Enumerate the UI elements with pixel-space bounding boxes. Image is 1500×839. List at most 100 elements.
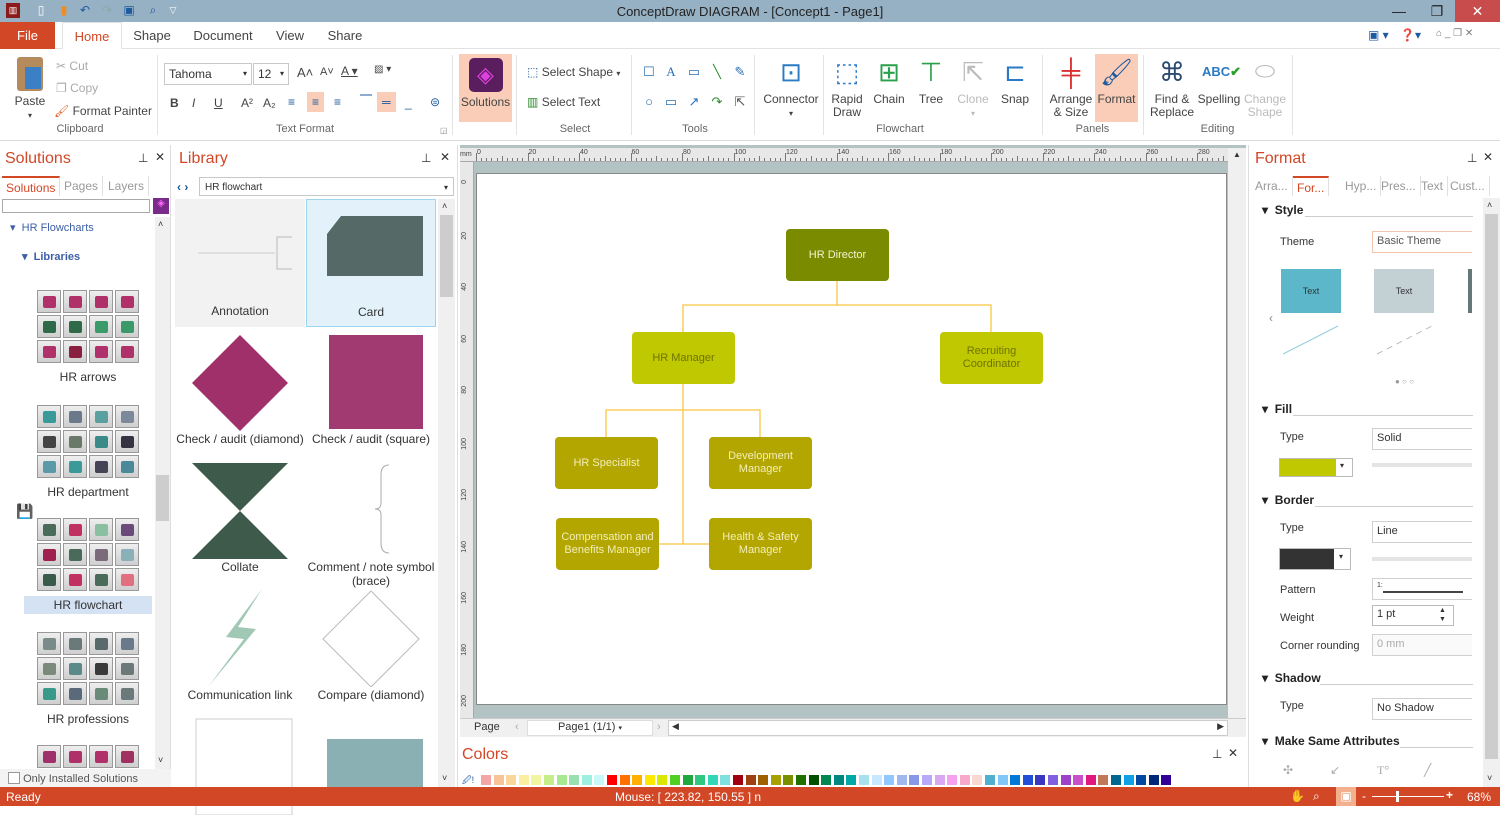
style-section-header[interactable]: ▾ Style: [1262, 203, 1303, 217]
color-swatch[interactable]: [492, 774, 505, 786]
fill-color-picker[interactable]: ▾: [1279, 458, 1353, 477]
color-swatch[interactable]: [996, 774, 1009, 786]
same-size-icon[interactable]: ✣: [1283, 763, 1293, 777]
color-swatch[interactable]: [1009, 774, 1022, 786]
format-tab[interactable]: For...: [1293, 176, 1330, 196]
org-node-manager[interactable]: HR Manager: [632, 332, 735, 384]
format-tab[interactable]: Hyp...: [1341, 176, 1382, 196]
shadow-type-select[interactable]: No Shadow: [1372, 698, 1472, 720]
pattern-select[interactable]: 1:: [1372, 578, 1472, 600]
weight-stepper[interactable]: 1 pt ▲ ▼: [1372, 605, 1454, 626]
color-swatch[interactable]: [643, 774, 656, 786]
format-scrollbar[interactable]: ˄ ˅: [1483, 198, 1500, 787]
connector-line[interactable]: [605, 409, 683, 437]
color-swatch[interactable]: [946, 774, 959, 786]
theme-select[interactable]: Basic Theme: [1372, 231, 1472, 253]
theme-page-dots[interactable]: ● ○ ○: [1395, 377, 1414, 386]
zoom-slider[interactable]: [1372, 791, 1444, 802]
color-swatch[interactable]: [958, 774, 971, 786]
fill-type-select[interactable]: Solid: [1372, 428, 1472, 450]
theme-preview-3[interactable]: [1468, 269, 1472, 313]
theme-preview-2[interactable]: Text: [1374, 269, 1434, 313]
color-swatch[interactable]: [1072, 774, 1085, 786]
color-swatch[interactable]: [631, 774, 644, 786]
connector-line[interactable]: [683, 409, 761, 437]
scroll-left-icon[interactable]: ◀: [672, 721, 679, 732]
page-select[interactable]: Page1 (1/1) ▾: [527, 720, 653, 736]
color-swatch[interactable]: [1059, 774, 1072, 786]
color-swatch[interactable]: [820, 774, 833, 786]
color-swatch[interactable]: [1135, 774, 1148, 786]
color-swatch[interactable]: [480, 774, 492, 786]
fill-transparency-slider[interactable]: [1372, 463, 1472, 467]
color-swatch[interactable]: [795, 774, 807, 786]
color-swatch[interactable]: [656, 774, 669, 786]
color-swatch[interactable]: [694, 774, 707, 786]
same-connector-icon[interactable]: ↙: [1330, 763, 1340, 777]
zoom-slider-thumb[interactable]: [1396, 791, 1400, 802]
pin-icon[interactable]: ⊥: [1212, 747, 1222, 761]
scroll-right-icon[interactable]: ▶: [1217, 721, 1224, 732]
next-page-icon[interactable]: ›: [657, 721, 661, 733]
color-swatch[interactable]: [971, 774, 984, 786]
border-color-picker[interactable]: ▾: [1279, 548, 1351, 570]
format-tab[interactable]: Arra...: [1251, 176, 1293, 196]
color-swatch[interactable]: [757, 774, 770, 786]
color-swatch[interactable]: [505, 774, 518, 786]
color-swatch[interactable]: [1084, 774, 1097, 786]
color-swatch[interactable]: [669, 774, 681, 786]
org-node-safety[interactable]: Health & Safety Manager: [709, 518, 812, 570]
color-swatch[interactable]: [606, 774, 618, 786]
color-swatch[interactable]: [719, 774, 732, 786]
theme-preview-1[interactable]: Text: [1281, 269, 1341, 313]
scrollbar-thumb[interactable]: [1485, 214, 1498, 759]
color-swatch[interactable]: [933, 774, 946, 786]
color-swatch[interactable]: [921, 774, 933, 786]
scroll-up-icon[interactable]: ˄: [1487, 200, 1492, 210]
color-swatch[interactable]: [984, 774, 996, 786]
zoom-in-icon[interactable]: +: [1446, 788, 1453, 802]
color-swatch[interactable]: [1047, 774, 1059, 786]
color-swatch[interactable]: [807, 774, 820, 786]
color-swatch[interactable]: [618, 774, 631, 786]
canvas-horizontal-scrollbar[interactable]: ◀ ▶: [668, 720, 1228, 736]
color-swatch[interactable]: [1160, 774, 1173, 786]
theme-prev-icon[interactable]: ‹: [1269, 311, 1273, 325]
color-swatch[interactable]: [870, 774, 883, 786]
color-swatch[interactable]: [1122, 774, 1135, 786]
corner-rounding-input[interactable]: 0 mm: [1372, 634, 1472, 656]
connector-line[interactable]: [682, 281, 838, 332]
make-same-section-header[interactable]: ▾ Make Same Attributes: [1262, 734, 1400, 748]
color-swatch[interactable]: [593, 774, 606, 786]
zoom-area-icon[interactable]: ⌕: [1313, 789, 1320, 804]
same-line-icon[interactable]: ╱: [1424, 763, 1431, 777]
color-swatch[interactable]: [681, 774, 694, 786]
org-node-development[interactable]: Development Manager: [709, 437, 812, 489]
color-swatch[interactable]: [858, 774, 870, 786]
color-swatch[interactable]: [555, 774, 568, 786]
color-swatch[interactable]: [543, 774, 555, 786]
color-swatch[interactable]: [845, 774, 858, 786]
color-swatch[interactable]: [1097, 774, 1110, 786]
border-type-select[interactable]: Line: [1372, 521, 1472, 543]
connector-line[interactable]: [837, 304, 992, 332]
border-transparency-slider[interactable]: [1372, 557, 1472, 561]
color-swatch[interactable]: [908, 774, 921, 786]
org-node-compensation[interactable]: Compensation and Benefits Manager: [556, 518, 659, 570]
pan-icon[interactable]: ✋: [1290, 789, 1305, 803]
org-node-specialist[interactable]: HR Specialist: [555, 437, 658, 489]
scroll-down-icon[interactable]: ˅: [1487, 773, 1492, 783]
color-swatch[interactable]: [1110, 774, 1122, 786]
color-swatch[interactable]: [832, 774, 845, 786]
zoom-out-icon[interactable]: -: [1362, 789, 1366, 803]
org-node-recruiting[interactable]: Recruiting Coordinator: [940, 332, 1043, 384]
fit-page-icon[interactable]: ▣: [1336, 787, 1356, 806]
color-swatch[interactable]: [883, 774, 896, 786]
color-swatch[interactable]: [580, 774, 593, 786]
color-swatch[interactable]: [769, 774, 782, 786]
color-swatch[interactable]: [1147, 774, 1160, 786]
color-swatch[interactable]: [744, 774, 757, 786]
close-panel-icon[interactable]: ✕: [1228, 746, 1238, 760]
border-section-header[interactable]: ▾ Border: [1262, 493, 1314, 507]
close-panel-icon[interactable]: ✕: [1483, 150, 1493, 164]
